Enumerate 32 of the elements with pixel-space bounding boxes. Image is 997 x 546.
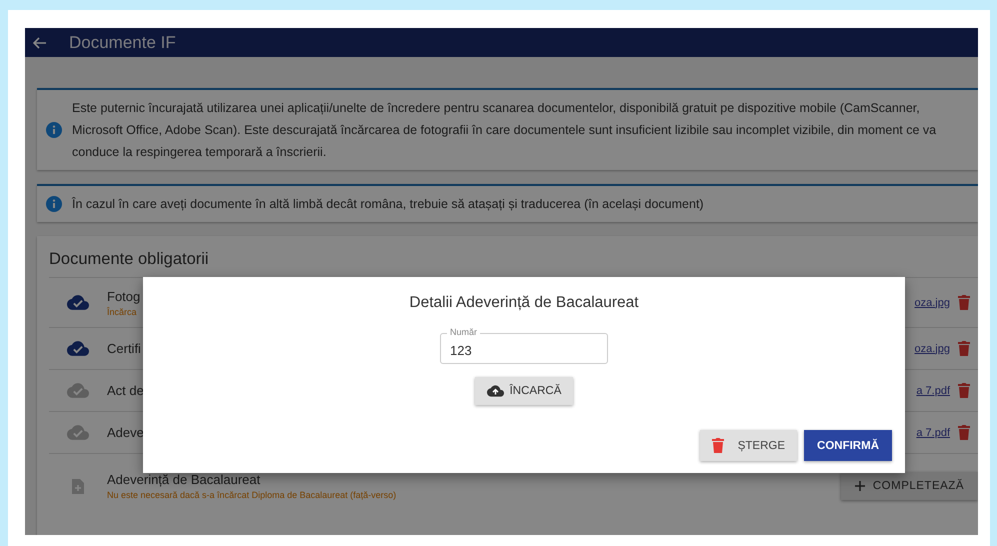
document-note: Nu este necesară dacă s-a încărcat Diploma de Bacalaureat (față-verso)	[107, 490, 396, 500]
section-title: Documente obligatorii	[49, 249, 210, 270]
page-title: Documente IF	[69, 32, 176, 52]
upload-button[interactable]: ÎNCARCĂ	[474, 377, 574, 405]
document-name: Adeve	[107, 425, 144, 440]
notice-text: Este puternic încurajată utilizarea unei aplicații/unelte de încredere pentru scanarea documentelor, disponibilă gratuit pe dispozitive mobile (CamScanner, Microsoft Office, Adobe Scan). Este descurajată încărcarea de fotografii în care documentele sunt insuficient lizibile sau incomplet vizibile, din moment ce va conduce la respingerea temporară a înscrierii.	[72, 100, 938, 161]
info-icon	[46, 196, 62, 212]
document-name: Act de	[107, 383, 144, 398]
document-name: Certifi	[107, 341, 141, 356]
dialog-title: Detalii Adeverință de Bacalaureat	[409, 294, 639, 312]
info-icon	[46, 122, 62, 138]
delete-icon[interactable]	[958, 341, 970, 356]
delete-button[interactable]: ȘTERGE	[700, 430, 798, 461]
trash-icon[interactable]	[712, 438, 724, 453]
file-link[interactable]: oza.jpg	[914, 342, 950, 354]
plus-icon	[854, 481, 865, 491]
confirm-button[interactable]: CONFIRMĂ	[804, 430, 892, 461]
file-link[interactable]: a 7.pdf	[916, 426, 950, 438]
back-arrow-icon[interactable]	[33, 36, 47, 48]
document-name: Adeverință de Bacalaureat	[107, 472, 260, 487]
complete-button[interactable]: COMPLETEAZĂ	[840, 472, 978, 500]
cloud-upload-icon	[486, 385, 504, 397]
document-add-icon	[72, 478, 84, 494]
file-link[interactable]: oza.jpg	[914, 296, 950, 308]
delete-icon[interactable]	[958, 383, 970, 398]
delete-icon[interactable]	[958, 295, 970, 310]
delete-icon[interactable]	[958, 425, 970, 440]
field-label: Număr	[447, 327, 480, 337]
file-link[interactable]: a 7.pdf	[916, 384, 950, 396]
document-note: Încărca	[107, 306, 137, 316]
document-name: Fotog	[107, 288, 140, 304]
notice-text: În cazul în care aveți documente în altă limbă decât româna, trebuie să atașați și traducerea (în același document)	[72, 196, 704, 213]
